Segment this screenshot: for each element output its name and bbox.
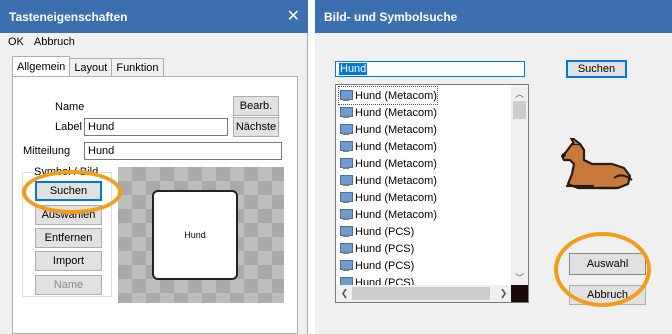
menu-ok[interactable]: OK (8, 36, 24, 48)
list-item[interactable]: Hund (Metacom) (339, 138, 437, 155)
key-preview-text: Hund (184, 230, 206, 240)
list-item[interactable]: Hund (PCS) (339, 223, 414, 240)
remove-button[interactable]: Entfernen (35, 228, 102, 248)
picture-icon (339, 107, 353, 118)
key-preview: Hund (152, 190, 238, 280)
list-item[interactable]: Hund (Metacom) (339, 104, 437, 121)
list-item[interactable]: Hund (Metacom) (339, 172, 437, 189)
list-item[interactable]: Hund (Metacom) (339, 206, 437, 223)
next-button[interactable]: Nächste (233, 117, 279, 137)
symbol-image-group-title: Symbol / Bild (32, 166, 101, 178)
tab-strip: Allgemein Layout Funktion (12, 56, 164, 76)
list-item[interactable]: Hund (Metacom) (338, 86, 438, 105)
list-item[interactable]: Hund (Metacom) (339, 155, 437, 172)
left-titlebar: Tasteneigenschaften ✕ (0, 0, 308, 33)
scroll-left-icon[interactable]: ❮ (336, 288, 353, 299)
vertical-scrollbar[interactable]: ︿ ﹀ (511, 85, 528, 286)
name-button[interactable]: Name (35, 275, 102, 295)
picture-icon (339, 141, 353, 152)
tab-general[interactable]: Allgemein (12, 56, 71, 76)
tab-function[interactable]: Funktion (111, 58, 164, 76)
label-field-label: Label (55, 121, 82, 133)
select-button[interactable]: Auswählen (35, 205, 102, 225)
color-swatch[interactable] (511, 285, 528, 302)
list-item[interactable]: Hund (Metacom) (339, 189, 437, 206)
picture-icon (339, 158, 353, 169)
scroll-right-icon[interactable]: ❯ (495, 288, 512, 299)
scroll-down-icon[interactable]: ﹀ (511, 271, 528, 284)
left-dialog-title: Tasteneigenschaften (9, 9, 128, 24)
picture-icon (339, 209, 353, 220)
edit-button[interactable]: Bearb. (233, 96, 279, 116)
picture-icon (339, 124, 353, 135)
message-input[interactable]: Hund (84, 142, 282, 160)
symbol-search-input[interactable]: Hund (335, 61, 525, 77)
horizontal-scroll-thumb[interactable] (352, 287, 490, 300)
name-label: Name (55, 101, 85, 113)
left-menubar: OK Abbruch (0, 33, 308, 51)
search-button[interactable]: Suchen (35, 181, 102, 201)
tab-layout[interactable]: Layout (69, 58, 113, 76)
right-titlebar: Bild- und Symbolsuche (315, 0, 672, 33)
picture-icon (339, 192, 353, 203)
label-input[interactable]: Hund (84, 118, 228, 136)
symbol-search-button[interactable]: Suchen (566, 60, 627, 78)
import-button[interactable]: Import (35, 251, 102, 271)
results-list[interactable]: Hund (Metacom) Hund (Metacom) Hund (Meta… (335, 84, 529, 303)
picture-icon (339, 226, 353, 237)
list-item[interactable]: Hund (PCS) (339, 257, 414, 274)
scroll-up-icon[interactable]: ︿ (511, 87, 528, 100)
close-icon[interactable]: ✕ (287, 6, 300, 26)
picture-icon (339, 175, 353, 186)
message-label: Mitteilung (23, 145, 71, 157)
select-symbol-button[interactable]: Auswahl (569, 253, 646, 275)
picture-icon (339, 90, 353, 101)
list-item[interactable]: Hund (PCS) (339, 240, 414, 257)
right-dialog-title: Bild- und Symbolsuche (324, 9, 458, 24)
horizontal-scrollbar[interactable]: ❮ ❯ (336, 285, 512, 302)
picture-icon (339, 260, 353, 271)
dog-symbol-preview (560, 138, 633, 190)
picture-icon (339, 243, 353, 254)
menu-cancel[interactable]: Abbruch (34, 36, 75, 48)
vertical-scroll-thumb[interactable] (513, 101, 526, 119)
list-item[interactable]: Hund (Metacom) (339, 121, 437, 138)
cancel-search-button[interactable]: Abbruch (569, 285, 646, 305)
